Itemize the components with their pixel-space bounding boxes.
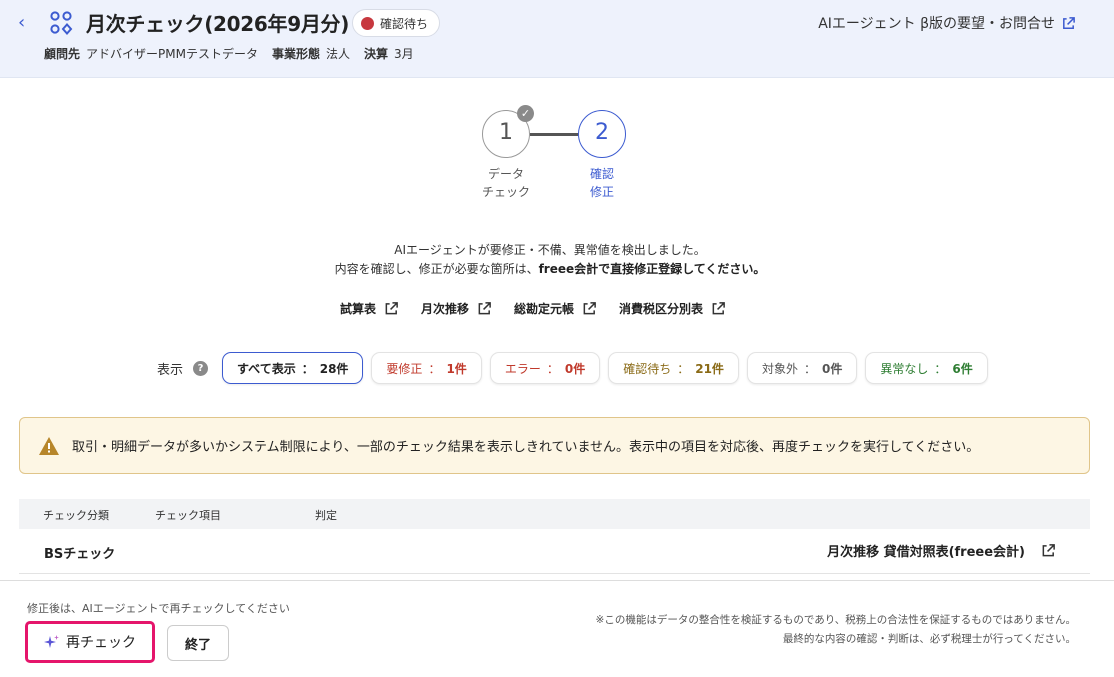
filter-chip-no-anomaly[interactable]: 異常なし ： 6件 xyxy=(865,352,988,384)
filter-chip-excluded[interactable]: 対象外 ： 0件 xyxy=(746,352,858,384)
row-category: BSチェック xyxy=(44,547,116,562)
chip-label: 対象外 xyxy=(761,361,798,376)
external-link-icon xyxy=(1063,16,1075,29)
chip-count: 0件 xyxy=(564,361,586,376)
chip-label: すべて表示 xyxy=(237,361,296,376)
step-2-label-line1: 確認 xyxy=(589,167,614,181)
link-label: 月次推移 xyxy=(421,302,470,316)
entity-value: 法人 xyxy=(325,47,350,61)
page-title: 月次チェック(2026年9月分) xyxy=(86,12,350,36)
chip-separator: ： xyxy=(428,361,441,376)
link-label: 試算表 xyxy=(340,302,377,316)
warning-banner: 取引・明細データが多いかシステム制限により、一部のチェック結果を表示しきれていま… xyxy=(19,417,1090,474)
end-button[interactable]: 終了 xyxy=(167,625,229,661)
step-connector xyxy=(530,133,578,136)
info-line-2: 内容を確認し、修正が必要な箇所は、freee会計で直接修正登録してください。 xyxy=(0,260,1100,279)
feedback-link[interactable]: AIエージェント β版の要望・お問合せ xyxy=(818,13,1076,33)
app-logo-icon xyxy=(50,11,73,36)
action-footer: 修正後は、AIエージェントで再チェックしてください 再チェック 終了 ※この機能… xyxy=(0,580,1114,677)
col-header-category: チェック分類 xyxy=(43,509,109,522)
link-label: 総勘定元帳 xyxy=(514,302,575,316)
info-line-2-prefix: 内容を確認し、修正が必要な箇所は、 xyxy=(334,262,539,276)
feedback-link-label: AIエージェント β版の要望・お問合せ xyxy=(818,16,1055,32)
external-link-icon xyxy=(1042,544,1055,557)
chip-count: 28件 xyxy=(319,361,349,376)
chip-label: 確認待ち xyxy=(623,361,672,376)
recheck-label: 再チェック xyxy=(66,635,136,651)
chip-separator: ： xyxy=(803,361,816,376)
step-1-label: データ チェック xyxy=(476,165,536,201)
external-link-icon xyxy=(712,302,725,315)
row-report-link[interactable]: 月次推移 貸借対照表(freee会計) xyxy=(827,541,1056,560)
recheck-button[interactable]: 再チェック xyxy=(25,621,155,663)
info-message: AIエージェントが要修正・不備、異常値を検出しました。 内容を確認し、修正が必要… xyxy=(0,241,1100,279)
info-line-2-bold: freee会計で直接修正登録してください。 xyxy=(538,262,766,276)
link-trial-balance[interactable]: 試算表 xyxy=(340,300,399,317)
fiscal-value: 3月 xyxy=(394,47,414,61)
filter-label: 表示 xyxy=(157,362,184,378)
external-link-icon xyxy=(478,302,491,315)
external-link-icon xyxy=(385,302,398,315)
step-1-label-line2: チェック xyxy=(481,185,530,199)
link-monthly-trend[interactable]: 月次推移 xyxy=(421,300,492,317)
disclaimer-line-1: ※この機能はデータの整合性を検証するものであり、税務上の合法性を保証するものでは… xyxy=(595,614,1076,626)
footer-hint: 修正後は、AIエージェントで再チェックしてください xyxy=(27,602,290,615)
progress-stepper: 1 ✓ 2 データ チェック 確認 修正 xyxy=(0,105,1114,208)
disclaimer: ※この機能はデータの整合性を検証するものであり、税務上の合法性を保証するものでは… xyxy=(596,611,1076,649)
chip-label: 異常なし xyxy=(880,361,929,376)
step-2-circle: 2 xyxy=(578,110,626,158)
filter-chip-needs-fix[interactable]: 要修正 ： 1件 xyxy=(371,352,482,384)
filter-bar: 表示 ? すべて表示 ： 28件 要修正 ： 1件 エラー ： 0件 確認待ち … xyxy=(157,352,988,384)
chip-separator: ： xyxy=(934,361,947,376)
status-label: 確認待ち xyxy=(380,16,429,31)
chip-separator: ： xyxy=(677,361,690,376)
chip-count: 21件 xyxy=(695,361,724,376)
client-meta: 顧問先 アドバイザーPMMテストデータ 事業形態 法人 決算 3月 xyxy=(44,45,414,62)
chip-label: エラー xyxy=(504,361,541,376)
status-dot-icon xyxy=(361,16,374,30)
status-badge: 確認待ち xyxy=(352,9,441,37)
chip-count: 6件 xyxy=(952,361,973,376)
table-row: BSチェック 月次推移 貸借対照表(freee会計) xyxy=(19,530,1090,574)
row-link-label: 月次推移 貸借対照表(freee会計) xyxy=(827,545,1025,560)
back-chevron-icon[interactable]: ‹ xyxy=(18,12,34,34)
col-header-item: チェック項目 xyxy=(155,509,221,522)
client-key: 顧問先 xyxy=(44,47,81,61)
external-link-icon xyxy=(583,302,596,315)
filter-chip-all[interactable]: すべて表示 ： 28件 xyxy=(222,352,364,384)
chip-count: 0件 xyxy=(821,361,843,376)
check-icon: ✓ xyxy=(517,105,534,122)
chip-label: 要修正 xyxy=(386,361,423,376)
chip-separator: ： xyxy=(301,361,314,376)
step-1-label-line1: データ xyxy=(487,167,524,181)
chip-separator: ： xyxy=(546,361,559,376)
col-header-judgement: 判定 xyxy=(315,509,337,522)
disclaimer-line-2: 最終的な内容の確認・判断は、必ず税理士が行ってください。 xyxy=(782,633,1076,645)
help-icon[interactable]: ? xyxy=(193,360,209,376)
entity-key: 事業形態 xyxy=(271,47,320,61)
report-links: 試算表 月次推移 総勘定元帳 消費税区分別表 xyxy=(340,300,726,317)
warning-icon xyxy=(39,436,59,455)
step-2-label-line2: 修正 xyxy=(589,185,614,199)
link-consumption-tax[interactable]: 消費税区分別表 xyxy=(619,300,726,317)
chip-count: 1件 xyxy=(446,361,467,376)
fiscal-key: 決算 xyxy=(364,47,389,61)
warning-text: 取引・明細データが多いかシステム制限により、一部のチェック結果を表示しきれていま… xyxy=(72,440,980,455)
filter-chip-error[interactable]: エラー ： 0件 xyxy=(489,352,601,384)
client-value: アドバイザーPMMテストデータ xyxy=(86,47,258,61)
link-general-ledger[interactable]: 総勘定元帳 xyxy=(514,300,597,317)
page-header: ‹ 月次チェック(2026年9月分) 確認待ち 顧問先 アドバイザーPMMテスト… xyxy=(0,0,1114,78)
table-header: チェック分類 チェック項目 判定 xyxy=(19,499,1090,529)
filter-chip-pending[interactable]: 確認待ち ： 21件 xyxy=(608,352,739,384)
sparkle-icon xyxy=(44,635,59,648)
link-label: 消費税区分別表 xyxy=(619,302,704,316)
step-2-label: 確認 修正 xyxy=(572,165,632,201)
info-line-1: AIエージェントが要修正・不備、異常値を検出しました。 xyxy=(394,243,706,257)
